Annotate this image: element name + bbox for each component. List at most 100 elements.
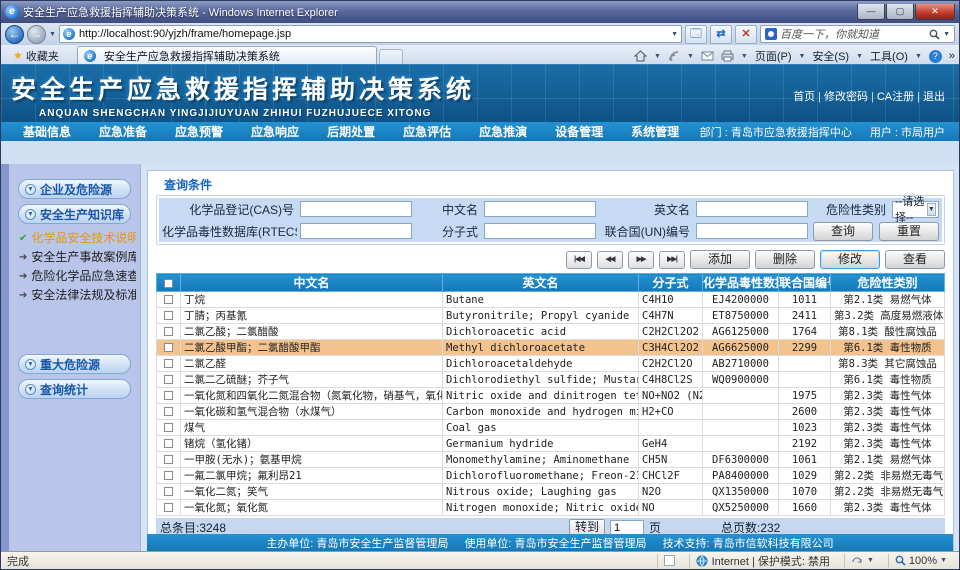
table-row[interactable]: 一氧化氮；氧化氮Nitrogen monoxide; Nitric oxideN… [157, 500, 945, 516]
hazard-class-select[interactable]: --请选择--▼ [892, 201, 939, 218]
more-icon[interactable]: » [949, 50, 955, 62]
table-row[interactable]: 一氟二氯甲烷；氟利昂21Dichlorofluoromethane; Freon… [157, 468, 945, 484]
row-checkbox[interactable] [164, 375, 173, 384]
delete-button[interactable]: 删除 [755, 250, 815, 269]
forward-button[interactable]: → [27, 25, 46, 44]
prev-page-button[interactable]: ◀◀ [597, 251, 623, 269]
select-all-checkbox[interactable] [164, 279, 173, 288]
row-checkbox[interactable] [164, 407, 173, 416]
sidebar-group-knowledge[interactable]: ▼ 安全生产知识库 [18, 204, 131, 224]
column-header[interactable]: 分子式 [639, 274, 703, 292]
top-link-3[interactable]: CA注册 [877, 91, 914, 103]
row-checkbox[interactable] [164, 423, 173, 432]
active-tab[interactable]: e 安全生产应急救援指挥辅助决策系统 [77, 46, 377, 64]
table-row[interactable]: 丁烷ButaneC4H10EJ42000001011第2.1类 易燃气体 [157, 292, 945, 308]
cas-input[interactable] [300, 201, 412, 217]
sidebar-group-major-hazard[interactable]: ▼ 重大危险源 [18, 354, 131, 374]
nav-item-4[interactable]: 应急响应 [237, 123, 313, 140]
sidebar-group-enterprise[interactable]: ▼ 企业及危险源 [18, 179, 131, 199]
page-caret[interactable]: ▼ [799, 53, 806, 60]
table-row[interactable]: 一氧化碳和氢气混合物（水煤气）Carbon monoxide and hydro… [157, 404, 945, 420]
print-icon[interactable] [721, 50, 734, 62]
rtecs-input[interactable] [300, 223, 412, 239]
table-row[interactable]: 锗烷（氢化锗）Germanium hydrideGeH42192第2.3类 毒性… [157, 436, 945, 452]
nav-item-5[interactable]: 后期处置 [313, 123, 389, 140]
column-header[interactable]: 中文名 [181, 274, 443, 292]
sidebar-item[interactable]: ➔安全法律法规及标准库 [19, 286, 136, 305]
recent-pages-caret[interactable]: ▼ [49, 31, 56, 38]
menu-tools[interactable]: 工具(O) [870, 48, 908, 64]
top-link-2[interactable]: 修改密码 [824, 91, 868, 103]
zoom-control[interactable]: 100% ▼ [888, 554, 953, 568]
print-caret[interactable]: ▼ [741, 53, 748, 60]
sidebar-item[interactable]: ➔危险化学品应急速查手... [19, 267, 136, 286]
compatibility-icon[interactable] [851, 555, 863, 567]
formula-input[interactable] [484, 223, 596, 239]
safety-caret[interactable]: ▼ [856, 53, 863, 60]
table-row[interactable]: 一甲胺(无水)；氨基甲烷Monomethylamine; Aminomethan… [157, 452, 945, 468]
table-row[interactable]: 二氯乙醛DichloroacetaldehydeC2H2Cl2OAB271000… [157, 356, 945, 372]
help-icon[interactable]: ? [929, 50, 942, 63]
mail-icon[interactable] [701, 51, 714, 61]
view-button[interactable]: 查看 [885, 250, 945, 269]
nav-item-2[interactable]: 应急准备 [85, 123, 161, 140]
new-tab-button[interactable] [379, 49, 403, 64]
maximize-button[interactable]: ▢ [886, 4, 914, 20]
refresh-button[interactable]: ⇄ [710, 25, 732, 44]
feeds-icon[interactable] [668, 50, 680, 62]
row-checkbox[interactable] [164, 327, 173, 336]
nav-item-8[interactable]: 设备管理 [541, 123, 617, 140]
top-link-4[interactable]: 退出 [923, 91, 945, 103]
query-button[interactable]: 查询 [813, 222, 873, 241]
table-row[interactable]: 二氯乙酸；二氯醋酸Dichloroacetic acidC2H2Cl2O2AG6… [157, 324, 945, 340]
menu-page[interactable]: 页面(P) [755, 48, 792, 64]
column-header[interactable]: 化学品毒性数据... [703, 274, 779, 292]
search-input[interactable]: 百度一下，你就知道 [780, 26, 926, 42]
nav-item-9[interactable]: 系统管理 [617, 123, 693, 140]
stop-button[interactable]: ✕ [735, 25, 757, 44]
add-button[interactable]: 添加 [690, 250, 750, 269]
menu-safety[interactable]: 安全(S) [812, 48, 849, 64]
en-name-input[interactable] [696, 201, 808, 217]
nav-item-7[interactable]: 应急推演 [465, 123, 541, 140]
row-checkbox[interactable] [164, 439, 173, 448]
nav-item-6[interactable]: 应急评估 [389, 123, 465, 140]
table-row[interactable]: 煤气Coal gas1023第2.3类 毒性气体 [157, 420, 945, 436]
sidebar-item[interactable]: ✔化学品安全技术说明书 [19, 229, 136, 248]
column-header[interactable]: 联合国编号 [779, 274, 831, 292]
search-icon[interactable] [929, 29, 940, 40]
select-caret-icon[interactable]: ▼ [927, 203, 936, 216]
nav-item-3[interactable]: 应急预警 [161, 123, 237, 140]
next-page-button[interactable]: ▶▶ [628, 251, 654, 269]
close-button[interactable]: ✕ [915, 4, 955, 20]
first-page-button[interactable]: |◀◀ [566, 251, 592, 269]
compatibility-view-button[interactable]: 🗔 [685, 25, 707, 44]
reset-button[interactable]: 重置 [879, 222, 939, 241]
row-checkbox[interactable] [164, 295, 173, 304]
column-header[interactable]: 危险性类别 [831, 274, 945, 292]
search-options-caret[interactable]: ▼ [943, 31, 950, 38]
table-row[interactable]: 二氯乙酸甲酯；二氯醋酸甲酯Methyl dichloroacetateC3H4C… [157, 340, 945, 356]
top-link-1[interactable]: 首页 [793, 91, 815, 103]
zoom-caret[interactable]: ▼ [940, 557, 947, 564]
table-row[interactable]: 丁腈；丙基氰Butyronitrile; Propyl cyanideC4H7N… [157, 308, 945, 324]
search-box[interactable]: 百度一下，你就知道 ▼ [760, 25, 955, 43]
row-checkbox[interactable] [164, 471, 173, 480]
back-button[interactable]: ← [5, 25, 24, 44]
table-row[interactable]: 一氧化氮和四氧化二氮混合物（氮氧化物，硝基气，氧化氮气体）Nitric oxid… [157, 388, 945, 404]
home-icon[interactable] [634, 50, 647, 62]
sidebar-group-query-stats[interactable]: ▼ 查询统计 [18, 379, 131, 399]
address-field[interactable]: e http://localhost:90/yjzh/frame/homepag… [59, 25, 682, 43]
table-row[interactable]: 一氧化二氮；笑气Nitrous oxide; Laughing gasN2OQX… [157, 484, 945, 500]
tools-caret[interactable]: ▼ [915, 53, 922, 60]
row-checkbox[interactable] [164, 455, 173, 464]
cn-name-input[interactable] [484, 201, 596, 217]
un-number-input[interactable] [696, 223, 808, 239]
last-page-button[interactable]: ▶▶| [659, 251, 685, 269]
compat-caret[interactable]: ▼ [867, 557, 874, 564]
sidebar-item[interactable]: ➔安全生产事故案例库 [19, 248, 136, 267]
address-caret[interactable]: ▼ [671, 31, 678, 38]
row-checkbox[interactable] [164, 343, 173, 352]
table-row[interactable]: 二氯二乙硫醚；芥子气Dichlorodiethyl sulfide; Musta… [157, 372, 945, 388]
nav-item-1[interactable]: 基础信息 [9, 123, 85, 140]
